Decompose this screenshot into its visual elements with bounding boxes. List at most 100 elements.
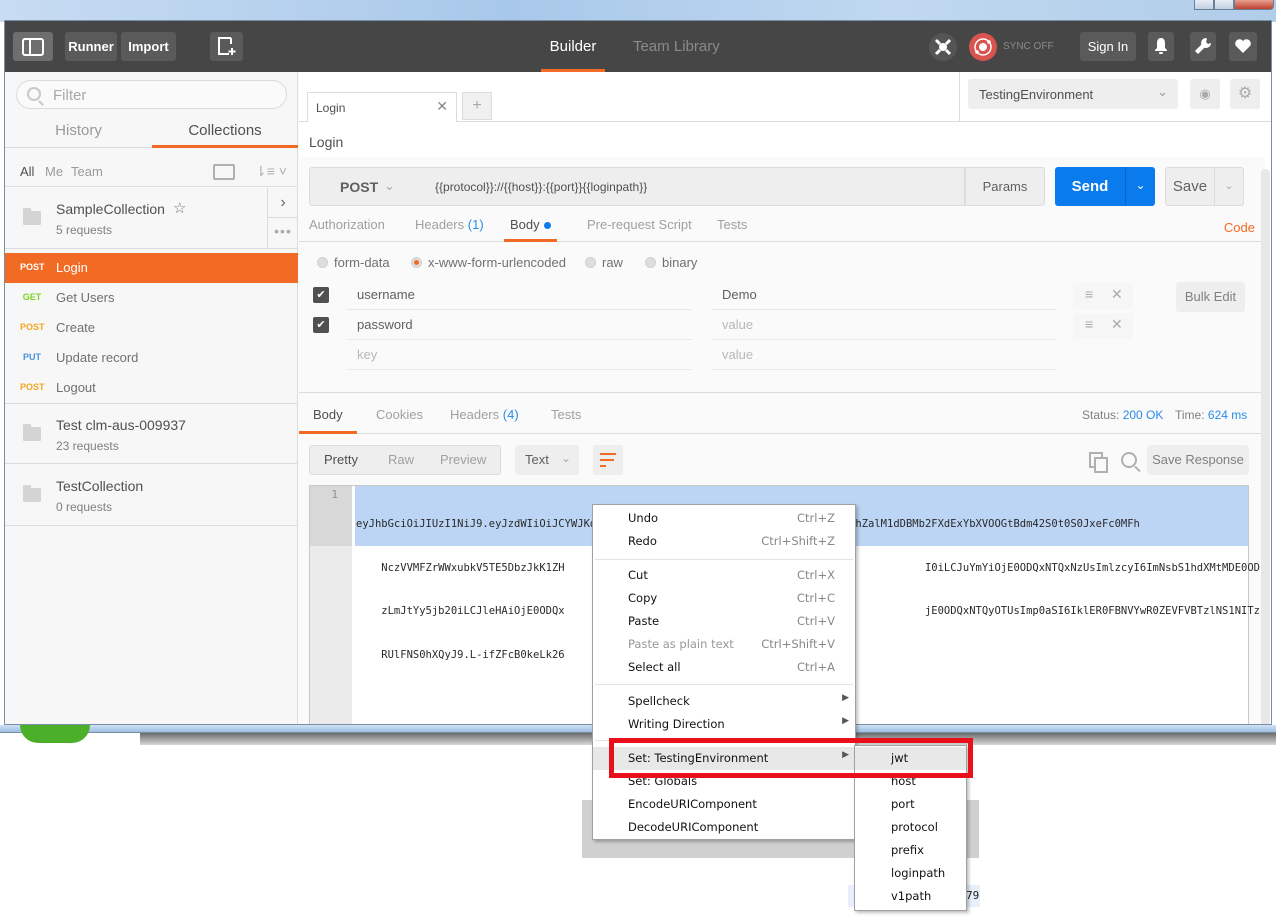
response-tab-body[interactable]: Body — [299, 393, 357, 434]
runner-button[interactable]: Runner — [65, 32, 117, 61]
menu-item-redo[interactable]: Redo Ctrl+Shift+Z — [593, 530, 855, 553]
collection-item[interactable]: Test clm-aus-009937 23 requests — [5, 403, 298, 464]
param-checkbox[interactable]: ✔ — [313, 287, 329, 303]
close-window-button[interactable] — [1234, 0, 1274, 10]
submenu-item-prefix[interactable]: prefix — [855, 839, 966, 862]
params-button[interactable]: Params — [965, 167, 1045, 206]
collection-item[interactable]: SampleCollection ☆ 5 requests › ••• — [5, 188, 298, 249]
request-item[interactable]: POST Logout — [5, 373, 298, 403]
param-value[interactable]: Demo — [712, 280, 1056, 310]
heart-button[interactable] — [1229, 32, 1257, 61]
menu-item-paste[interactable]: Paste Ctrl+V — [593, 610, 855, 633]
response-type-value: Text — [525, 452, 549, 467]
menu-item-spellcheck[interactable]: Spellcheck ▶ — [593, 690, 855, 713]
tab-collections[interactable]: Collections — [152, 118, 298, 148]
param-value[interactable]: value — [712, 310, 1056, 340]
manage-environments-button[interactable]: ⚙ — [1230, 79, 1260, 109]
sort-icon[interactable]: ⇂≡ ˅ — [255, 163, 287, 180]
request-item[interactable]: POST Create — [5, 313, 298, 343]
vertical-scrollbar[interactable] — [1261, 169, 1270, 724]
param-checkbox[interactable]: ✔ — [313, 317, 329, 333]
search-icon[interactable] — [1121, 452, 1137, 468]
new-collection-icon[interactable] — [213, 164, 235, 180]
code-link[interactable]: Code — [1224, 220, 1255, 235]
submenu-item-protocol[interactable]: protocol — [855, 816, 966, 839]
star-icon[interactable]: ☆ — [173, 199, 186, 217]
menu-item-encode-uri[interactable]: EncodeURIComponent — [593, 793, 855, 816]
url-input[interactable] — [425, 167, 965, 206]
line-number: 1 — [331, 488, 338, 501]
filter-me[interactable]: Me — [45, 164, 63, 179]
save-response-button[interactable]: Save Response — [1147, 445, 1249, 475]
drag-handle-icon[interactable]: ≡ — [1085, 286, 1093, 302]
tab-history[interactable]: History — [5, 118, 152, 148]
param-key-input[interactable]: key — [347, 340, 692, 370]
param-value-input[interactable]: value — [712, 340, 1056, 370]
sync-icon[interactable] — [969, 33, 997, 61]
response-tab-tests[interactable]: Tests — [551, 407, 581, 422]
submenu-item-v1path[interactable]: v1path — [855, 885, 966, 908]
param-key[interactable]: password — [347, 310, 692, 340]
format-pretty[interactable]: Pretty — [324, 452, 358, 467]
notifications-button[interactable] — [1148, 32, 1174, 61]
format-raw[interactable]: Raw — [388, 452, 414, 467]
menu-item-copy[interactable]: Copy Ctrl+C — [593, 587, 855, 610]
minimize-button[interactable] — [1194, 0, 1214, 10]
environment-select[interactable]: TestingEnvironment ⌄ — [968, 79, 1178, 109]
interceptor-icon[interactable] — [929, 33, 957, 61]
tab-body[interactable]: Body — [504, 212, 557, 242]
drag-handle-icon[interactable]: ≡ — [1085, 316, 1093, 332]
maximize-button[interactable] — [1214, 0, 1234, 10]
save-options-button[interactable]: ⌄ — [1214, 167, 1244, 206]
toggle-sidebar-button[interactable] — [13, 32, 53, 61]
settings-button[interactable] — [1190, 32, 1216, 61]
menu-item-cut[interactable]: Cut Ctrl+X — [593, 564, 855, 587]
tab-builder[interactable]: Builder — [541, 21, 605, 72]
response-tab-cookies[interactable]: Cookies — [376, 407, 423, 422]
tab-authorization[interactable]: Authorization — [309, 212, 385, 242]
filter-team[interactable]: Team — [71, 164, 103, 179]
request-item[interactable]: PUT Update record — [5, 343, 298, 373]
close-tab-icon[interactable]: ✕ — [436, 98, 448, 115]
radio-binary[interactable]: binary — [645, 255, 697, 270]
radio-form-data[interactable]: form-data — [317, 255, 390, 270]
radio-x-www-form-urlencoded[interactable]: x-www-form-urlencoded — [411, 255, 566, 270]
add-tab-button[interactable]: + — [462, 92, 492, 120]
filter-all[interactable]: All — [20, 164, 34, 179]
menu-item-decode-uri[interactable]: DecodeURIComponent — [593, 816, 855, 839]
send-options-button[interactable]: ⌄ — [1125, 167, 1155, 206]
environment-quick-look-button[interactable]: ◉ — [1190, 79, 1220, 109]
tab-tests[interactable]: Tests — [717, 212, 747, 242]
tab-team-library[interactable]: Team Library — [633, 21, 720, 72]
format-preview[interactable]: Preview — [440, 452, 486, 467]
response-tab-headers[interactable]: Headers (4) — [450, 407, 519, 422]
radio-raw[interactable]: raw — [585, 255, 623, 270]
send-button[interactable]: Send — [1055, 167, 1125, 206]
param-key[interactable]: username — [347, 280, 692, 310]
menu-item-writing-direction[interactable]: Writing Direction ▶ — [593, 713, 855, 736]
delete-param-icon[interactable]: ✕ — [1111, 316, 1123, 333]
sign-in-button[interactable]: Sign In — [1080, 32, 1136, 61]
save-button[interactable]: Save — [1165, 167, 1215, 206]
bulk-edit-button[interactable]: Bulk Edit — [1176, 282, 1245, 312]
copy-icon[interactable] — [1089, 452, 1108, 473]
submenu-item-loginpath[interactable]: loginpath — [855, 862, 966, 885]
tab-headers[interactable]: Headers (1) — [415, 212, 484, 242]
response-type-select[interactable]: Text ⌄ — [515, 445, 579, 475]
request-tab[interactable]: Login ✕ — [307, 92, 457, 122]
menu-item-select-all[interactable]: Select all Ctrl+A — [593, 656, 855, 679]
wrap-lines-button[interactable] — [593, 445, 623, 475]
filter-input[interactable] — [53, 85, 273, 105]
import-button[interactable]: Import — [121, 32, 176, 61]
method-select[interactable]: POST ⌄ — [309, 167, 426, 206]
request-item[interactable]: POST Login — [5, 253, 298, 283]
submenu-item-port[interactable]: port — [855, 793, 966, 816]
delete-param-icon[interactable]: ✕ — [1111, 286, 1123, 303]
chevron-right-icon[interactable]: › — [267, 188, 298, 218]
tab-pre-request-script[interactable]: Pre-request Script — [587, 212, 692, 242]
collection-item[interactable]: TestCollection 0 requests — [5, 465, 298, 526]
request-item[interactable]: GET Get Users — [5, 283, 298, 313]
more-options-icon[interactable]: ••• — [267, 218, 298, 248]
new-window-button[interactable] — [210, 32, 243, 61]
menu-item-undo[interactable]: Undo Ctrl+Z — [593, 507, 855, 530]
